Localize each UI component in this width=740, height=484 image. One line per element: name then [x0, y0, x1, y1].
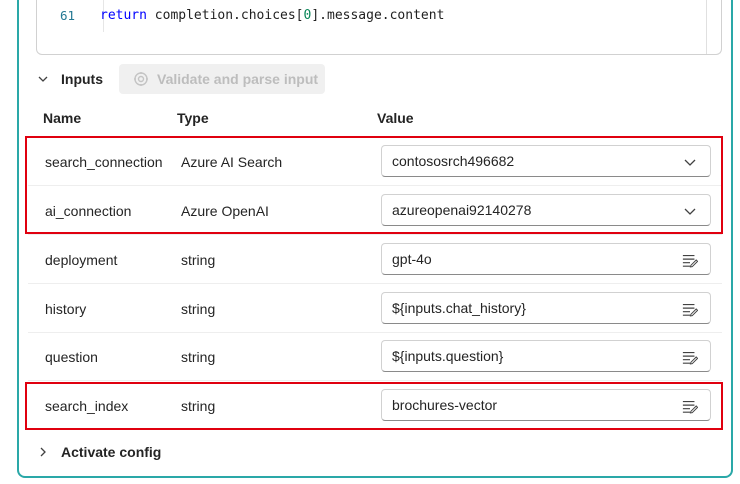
ai-connection-dropdown[interactable]: azureopenai92140278: [381, 194, 711, 226]
table-row: deployment string gpt-4o: [28, 235, 722, 284]
validate-icon: [133, 71, 149, 87]
text-edit-icon[interactable]: [682, 349, 698, 365]
deployment-input[interactable]: gpt-4o: [381, 243, 711, 275]
input-type: string: [181, 397, 216, 414]
input-type: Azure OpenAI: [181, 202, 269, 219]
text-edit-icon[interactable]: [682, 301, 698, 317]
code-expr-suffix: ].message.content: [311, 7, 445, 23]
column-header-name: Name: [43, 110, 82, 126]
inputs-title: Inputs: [61, 71, 103, 87]
search-connection-dropdown[interactable]: contososrch496682: [381, 145, 711, 177]
field-value: ${inputs.question}: [392, 348, 504, 364]
text-edit-icon[interactable]: [682, 252, 698, 268]
table-row: question string ${inputs.question}: [28, 332, 722, 381]
validate-label: Validate and parse input: [157, 71, 319, 87]
table-row: search_connection Azure AI Search contos…: [28, 137, 722, 186]
search-index-input[interactable]: brochures-vector: [381, 389, 711, 421]
table-row: history string ${inputs.chat_history}: [28, 284, 722, 333]
activate-config-header[interactable]: Activate config: [36, 438, 161, 466]
chevron-down-icon[interactable]: [36, 72, 50, 86]
input-type: string: [181, 348, 216, 365]
field-value: contososrch496682: [392, 153, 515, 169]
input-type: Azure AI Search: [181, 153, 283, 170]
input-name: search_index: [45, 397, 129, 414]
code-keyword: return: [100, 7, 147, 23]
inputs-section-header[interactable]: Inputs Validate and parse input: [36, 64, 325, 94]
field-value: ${inputs.chat_history}: [392, 300, 526, 316]
history-input[interactable]: ${inputs.chat_history}: [381, 292, 711, 324]
chevron-down-icon[interactable]: [682, 154, 698, 170]
input-type: string: [181, 300, 216, 317]
input-type: string: [181, 251, 216, 268]
input-name: history: [45, 300, 87, 317]
code-scrollbar[interactable]: [706, 0, 707, 54]
chevron-down-icon[interactable]: [682, 203, 698, 219]
question-input[interactable]: ${inputs.question}: [381, 340, 711, 372]
activate-config-label: Activate config: [61, 444, 162, 460]
input-name: question: [45, 348, 98, 365]
input-name: ai_connection: [45, 202, 132, 219]
code-expr-prefix: completion.choices[: [146, 7, 304, 23]
field-value: gpt-4o: [392, 251, 432, 267]
validate-and-parse-input-button[interactable]: Validate and parse input: [119, 64, 325, 94]
table-row: search_index string brochures-vector: [28, 381, 722, 430]
column-header-value: Value: [377, 110, 414, 126]
field-value: brochures-vector: [392, 397, 498, 413]
text-edit-icon[interactable]: [682, 398, 698, 414]
line-number: 61: [60, 7, 76, 23]
chevron-right-icon[interactable]: [36, 445, 50, 459]
code-expr-index: 0: [303, 7, 312, 23]
column-header-type: Type: [177, 110, 209, 126]
input-name: search_connection: [45, 153, 163, 170]
table-row: ai_connection Azure OpenAI azureopenai92…: [28, 186, 722, 235]
field-value: azureopenai92140278: [392, 202, 532, 218]
input-name: deployment: [45, 251, 118, 268]
code-line: 61 return completion.choices[ 0 ].messag…: [60, 6, 444, 24]
